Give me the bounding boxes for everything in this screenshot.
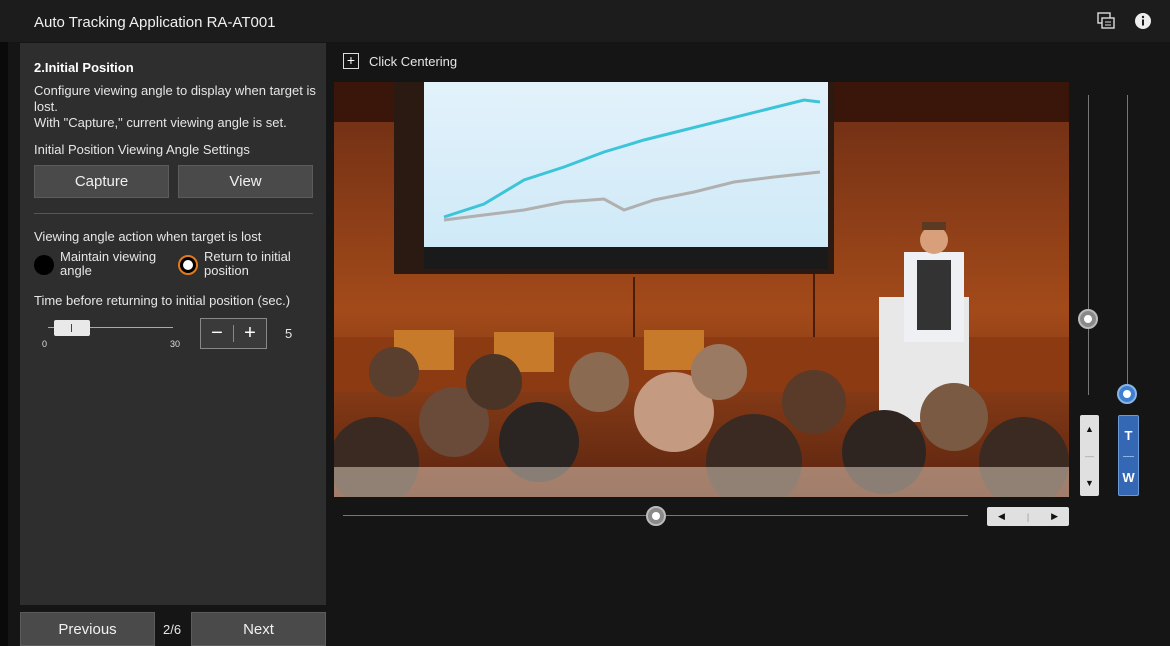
pan-left-icon[interactable]: ◀ xyxy=(998,511,1005,522)
slider-max-label: 30 xyxy=(170,339,181,349)
time-stepper: − + xyxy=(200,318,267,349)
tilt-buttons: ▲ — ▼ xyxy=(1080,415,1099,496)
info-icon[interactable] xyxy=(1133,11,1153,31)
time-label: Time before returning to initial positio… xyxy=(34,293,291,308)
settings-panel: 2.Initial Position Configure viewing ang… xyxy=(20,43,326,605)
section-description: Configure viewing angle to display when … xyxy=(34,83,319,131)
tilt-down-icon[interactable]: ▼ xyxy=(1085,478,1094,488)
click-centering-checkbox[interactable]: + xyxy=(343,53,359,69)
pan-right-icon[interactable]: ▶ xyxy=(1051,511,1058,522)
tilt-slider-track[interactable] xyxy=(1088,95,1089,395)
app-title: Auto Tracking Application RA-AT001 xyxy=(34,14,276,31)
view-button[interactable]: View xyxy=(178,165,313,198)
radio-maintain[interactable] xyxy=(34,255,54,275)
section-title: 2.Initial Position xyxy=(34,60,134,75)
increment-button[interactable]: + xyxy=(234,319,266,348)
radio-maintain-label[interactable]: Maintain viewing angle xyxy=(60,250,170,278)
slider-min-label: 0 xyxy=(42,339,48,349)
camera-video-feed[interactable] xyxy=(334,82,1069,497)
pan-slider-thumb[interactable] xyxy=(646,506,666,526)
chat-icon[interactable] xyxy=(1096,11,1116,31)
capture-button[interactable]: Capture xyxy=(34,165,169,198)
page-indicator: 2/6 xyxy=(163,622,182,637)
zoom-buttons: T W xyxy=(1118,415,1139,496)
zoom-tele-button[interactable]: T xyxy=(1125,428,1133,443)
pan-buttons: ◀ | ▶ xyxy=(987,507,1069,526)
title-bar: Auto Tracking Application RA-AT001 xyxy=(0,0,1170,42)
decrement-button[interactable]: − xyxy=(201,319,233,348)
lost-action-label: Viewing angle action when target is lost xyxy=(34,229,262,244)
next-button[interactable]: Next xyxy=(191,612,326,646)
description-line-2: With "Capture," current viewing angle is… xyxy=(34,115,287,130)
divider xyxy=(34,213,313,214)
time-slider-thumb[interactable] xyxy=(54,320,90,336)
settings-subheading: Initial Position Viewing Angle Settings xyxy=(34,142,250,157)
zoom-slider-track[interactable] xyxy=(1127,95,1128,395)
pan-divider: | xyxy=(1026,511,1030,522)
radio-return[interactable] xyxy=(178,255,198,275)
tilt-divider: — xyxy=(1085,450,1094,461)
tilt-up-icon[interactable]: ▲ xyxy=(1085,424,1094,434)
zoom-slider-thumb[interactable] xyxy=(1117,384,1137,404)
click-centering-label[interactable]: Click Centering xyxy=(369,54,457,69)
description-line-1: Configure viewing angle to display when … xyxy=(34,83,316,114)
previous-button[interactable]: Previous xyxy=(20,612,155,646)
zoom-wide-button[interactable]: W xyxy=(1122,470,1134,485)
radio-return-label[interactable]: Return to initial position xyxy=(204,250,319,278)
tilt-slider-thumb[interactable] xyxy=(1078,309,1098,329)
zoom-divider xyxy=(1123,456,1134,457)
time-value: 5 xyxy=(285,326,293,341)
